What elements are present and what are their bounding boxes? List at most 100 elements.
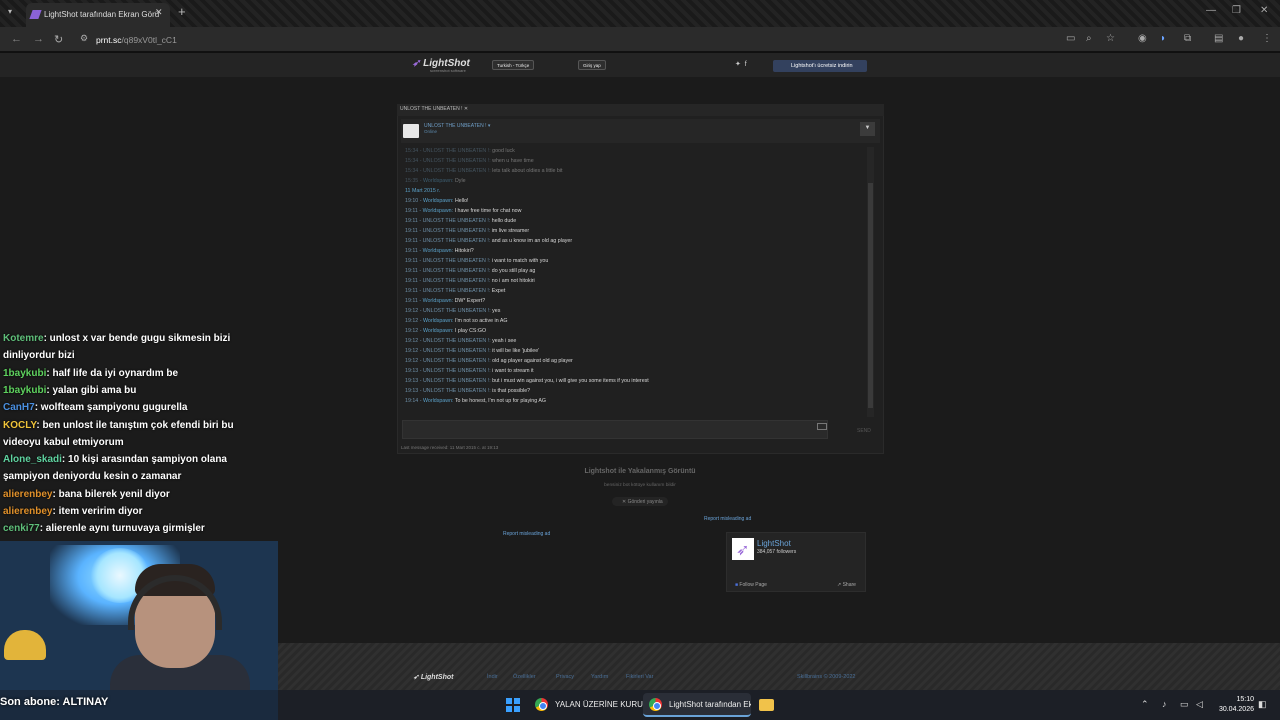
- browser-tab[interactable]: LightShot tarafından Ekran Görü: [26, 3, 170, 27]
- sidebar-icon[interactable]: ▤: [1214, 33, 1223, 44]
- back-icon[interactable]: ←: [11, 33, 22, 45]
- facebook-page-name[interactable]: LightShot: [757, 539, 791, 548]
- screenshot-chat-message: 19:14 - Worldspawn: To be honest, I'm no…: [405, 398, 546, 404]
- chat-text: : bana bilerek yenil diyor: [52, 488, 170, 500]
- message-sender: Worldspawn:: [422, 298, 455, 304]
- message-text: Hello!: [454, 198, 469, 204]
- close-tab-icon[interactable]: ✕: [155, 7, 163, 18]
- download-button[interactable]: Lightshot'ı ücretsiz indirin: [773, 60, 867, 72]
- screenshot-scroll-thumb: [868, 183, 873, 408]
- taskbar-app-chrome-2[interactable]: LightShot tarafından Ekı: [643, 693, 751, 717]
- reload-icon[interactable]: ↻: [54, 33, 63, 46]
- footer-link-download[interactable]: İndir: [487, 674, 498, 680]
- taskbar-clock[interactable]: 15:10 30.04.2026: [1214, 695, 1254, 715]
- stream-chat-message: CanH7: wolfteam şampiyonu gugurella: [3, 400, 263, 416]
- extension-icon[interactable]: ◗: [1160, 33, 1166, 44]
- screenshot-chat-message: 19:11 - UNLOST THE UNBEATEN !: i want to…: [405, 258, 548, 264]
- message-text: old ag player against old ag player: [492, 358, 573, 364]
- message-text: I'm not so active in AG: [454, 318, 508, 324]
- url-path: /q89xV0tl_cC1: [121, 35, 177, 45]
- file-explorer-icon[interactable]: [759, 699, 774, 711]
- url-field[interactable]: prnt.sc/q89xV0tl_cC1: [96, 35, 177, 45]
- message-sender: UNLOST THE UNBEATEN !:: [422, 358, 493, 364]
- new-tab-icon[interactable]: +: [178, 4, 186, 19]
- screenshot-chat-message: 19:11 - Worldspawn: DW* Expert?: [405, 298, 485, 304]
- message-time: 19:11 -: [405, 218, 423, 224]
- message-text: lets talk about oldies a little bit: [492, 168, 563, 174]
- social-links: ✦ f: [735, 60, 747, 68]
- notification-icon[interactable]: ◧: [1258, 699, 1267, 710]
- message-text: do you still play ag: [491, 268, 536, 274]
- message-text: and as u know im an old ag player: [491, 238, 573, 244]
- message-text: when u have time: [492, 158, 534, 164]
- message-time: 15:34 -: [405, 168, 423, 174]
- screenshot-chat-message: 15:35 - Worldspawn: Dyle: [405, 178, 466, 184]
- message-time: 19:11 -: [405, 258, 423, 264]
- message-text: DW* Expert?: [454, 298, 486, 304]
- tray-overflow-icon[interactable]: ⌃: [1141, 699, 1149, 710]
- extensions-puzzle-icon[interactable]: ⧉: [1184, 33, 1191, 44]
- share-post-button[interactable]: ✕ Gönderi yayınla: [612, 497, 668, 506]
- message-text: im live streamer: [491, 228, 530, 234]
- chat-username: Alone_skadi: [3, 454, 62, 466]
- volume-icon[interactable]: ◁: [1196, 699, 1203, 710]
- chat-text: : unlost x var bende gugu sikmesin bizi: [43, 333, 231, 344]
- microphone-icon[interactable]: ♪: [1162, 699, 1167, 709]
- message-sender: UNLOST THE UNBEATEN !:: [422, 348, 493, 354]
- message-time: 19:11 -: [405, 238, 423, 244]
- message-sender: UNLOST THE UNBEATEN !:: [422, 378, 493, 384]
- browser-menu-icon[interactable]: ⋮: [1262, 33, 1272, 44]
- skillbrains-link[interactable]: Skillbrains: [797, 674, 822, 680]
- message-sender: UNLOST THE UNBEATEN !:: [422, 148, 493, 154]
- screenshot-chat-input: [402, 420, 828, 439]
- message-sender: Worldspawn:: [422, 328, 455, 334]
- footer-logo[interactable]: ➶ LightShot: [413, 673, 453, 681]
- site-info-icon[interactable]: ⚙: [80, 33, 88, 44]
- profile-avatar-icon[interactable]: ●: [1238, 33, 1244, 44]
- screenshot-chat-message: 15:34 - UNLOST THE UNBEATEN !: good luck: [405, 148, 515, 154]
- language-select[interactable]: Turkish - Türkçe: [492, 60, 535, 70]
- screenshot-chat-message: 19:11 - UNLOST THE UNBEATEN !: do you st…: [405, 268, 535, 274]
- message-time: 15:34 -: [405, 148, 423, 154]
- taskbar-app-chrome-1[interactable]: YALAN ÜZERİNE KURUL: [529, 693, 647, 717]
- bookmark-star-icon[interactable]: ☆: [1106, 33, 1115, 44]
- screenshot-chat-message: 19:13 - UNLOST THE UNBEATEN !: i want to…: [405, 368, 534, 374]
- facebook-share-button[interactable]: ↗ Share: [837, 582, 856, 588]
- message-time: 19:12 -: [405, 328, 423, 334]
- footer-link-privacy[interactable]: Privacy: [556, 674, 574, 680]
- close-window-icon[interactable]: ✕: [1260, 5, 1268, 16]
- chat-text: şampiyon deniyordu kesin o zamanar: [3, 471, 182, 483]
- zoom-icon[interactable]: ⌕: [1086, 33, 1092, 44]
- stream-chat-overlay: Kotemre: unlost x var bende gugu sikmesi…: [0, 333, 278, 543]
- login-button[interactable]: Giriş yap: [578, 60, 606, 70]
- screenshot-chat-message: 19:11 - UNLOST THE UNBEATEN !: im live s…: [405, 228, 529, 234]
- report-ad-link[interactable]: Report misleading ad: [503, 531, 550, 537]
- follow-page-button[interactable]: ■ Follow Page: [735, 582, 767, 588]
- screenshot-chat-message: 19:11 - UNLOST THE UNBEATEN !: and as u …: [405, 238, 572, 244]
- browser-tab-strip: [0, 0, 1280, 27]
- cast-icon[interactable]: ▭: [1066, 33, 1075, 44]
- screenshot-chat-message: 19:10 - Worldspawn: Hello!: [405, 198, 469, 204]
- footer-link-ideas[interactable]: Fikirleri Var: [626, 674, 653, 680]
- lightshot-header: [0, 53, 1280, 77]
- incognito-icon[interactable]: ◉: [1138, 33, 1147, 44]
- report-ad-link[interactable]: Report misleading ad: [704, 516, 751, 522]
- footer-link-features[interactable]: Özellikler: [513, 674, 536, 680]
- footer-link-help[interactable]: Yardım: [591, 674, 608, 680]
- screenshot-chat-message: 19:11 - Worldspawn: Hitokiri?: [405, 248, 474, 254]
- screenshot-chat-message: 19:12 - UNLOST THE UNBEATEN !: yes: [405, 308, 500, 314]
- start-menu-icon[interactable]: [506, 698, 520, 712]
- tab-search-icon[interactable]: ▾: [8, 7, 12, 16]
- message-time: 19:12 -: [405, 358, 423, 364]
- facebook-icon[interactable]: f: [745, 61, 747, 68]
- message-sender: UNLOST THE UNBEATEN !:: [422, 338, 493, 344]
- message-time: 19:11 -: [405, 228, 423, 234]
- twitter-icon[interactable]: ✦: [735, 61, 741, 68]
- maximize-icon[interactable]: ❐: [1232, 5, 1241, 16]
- stream-chat-message: şampiyon deniyordu kesin o zamanar: [3, 469, 263, 485]
- message-sender: Worldspawn:: [422, 208, 455, 214]
- forward-icon[interactable]: →: [33, 33, 44, 45]
- network-icon[interactable]: ▭: [1180, 699, 1189, 710]
- minimize-icon[interactable]: —: [1206, 5, 1216, 16]
- facebook-page-image[interactable]: ➶: [732, 538, 754, 560]
